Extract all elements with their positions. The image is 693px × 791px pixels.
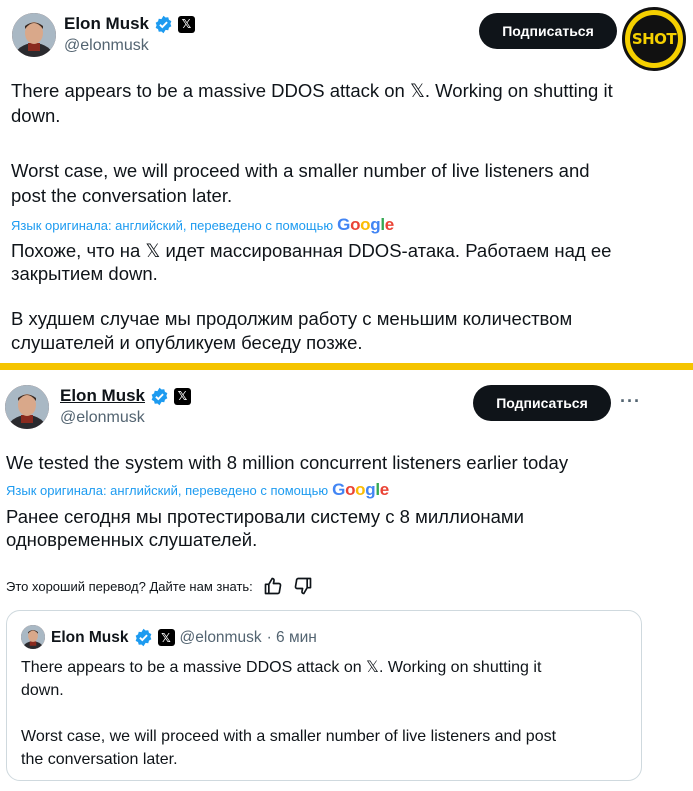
author-handle: @elonmusk [179,628,262,646]
quoted-tweet[interactable]: Elon Musk 𝕏 @elonmusk · 6 мин There appe… [6,610,642,781]
quote-author-row: Elon Musk 𝕏 @elonmusk · 6 мин [51,628,317,647]
author-handle[interactable]: @elonmusk [64,37,149,55]
subscribe-button[interactable]: Подписаться [473,385,611,421]
verified-icon [135,628,151,647]
shot-logo: SHOT [622,7,686,71]
avatar[interactable] [5,385,49,429]
translation-note[interactable]: Язык оригинала: английский, переведено с… [11,215,394,235]
tweet-text-line: post the conversation later. [11,185,233,206]
verified-icon [155,15,172,33]
translated-text-line: Похоже, что на 𝕏 идет массированная DDOS… [11,240,612,261]
google-logo: Google [332,480,389,499]
timestamp: · 6 мин [266,628,317,646]
thumbs-up-icon[interactable] [263,576,283,596]
translation-note[interactable]: Язык оригинала: английский, переведено с… [6,480,389,500]
google-logo: Google [337,215,394,234]
shot-logo-text: SHOT [630,15,678,63]
tweet-text: We tested the system with 8 million conc… [6,452,569,473]
tweet-text-line: Worst case, we will proceed with a small… [11,160,590,181]
translated-text-line: одновременных слушателей. [6,529,258,550]
avatar[interactable] [12,13,56,57]
x-badge-icon: 𝕏 [178,15,196,33]
x-badge-icon: 𝕏 [174,387,192,405]
divider [0,363,693,370]
tweet-text-line: down. [11,105,61,126]
verified-icon [151,387,168,405]
tweet-text-line: There appears to be a massive DDOS attac… [11,80,613,101]
author-name[interactable]: Elon Musk [60,386,145,406]
translated-text-line: слушателей и опубликуем беседу позже. [11,332,363,353]
translation-note-label: Язык оригинала: английский, переведено с… [11,217,334,233]
tweet-panel-1: Elon Musk 𝕏 @elonmusk Подписаться SHOT T… [0,0,693,363]
translated-text-line: В худшем случае мы продолжим работу с ме… [11,308,573,329]
author-row: Elon Musk 𝕏 [60,386,192,406]
x-badge-icon: 𝕏 [157,629,175,646]
translated-text-line: Ранее сегодня мы протестировали систему … [6,506,524,527]
subscribe-button[interactable]: Подписаться [479,13,617,49]
author-name[interactable]: Elon Musk [64,14,149,34]
author-handle[interactable]: @elonmusk [60,409,145,427]
author-name: Elon Musk [51,628,129,646]
author-row: Elon Musk 𝕏 [64,14,196,34]
translation-feedback: Это хороший перевод? Дайте нам знать: [6,576,313,596]
translated-text-line: закрытием down. [11,263,158,284]
more-icon[interactable]: ··· [620,391,641,412]
feedback-prompt: Это хороший перевод? Дайте нам знать: [6,578,253,594]
translation-note-label: Язык оригинала: английский, переведено с… [6,482,329,498]
thumbs-down-icon[interactable] [293,576,313,596]
avatar [21,625,45,649]
quote-text: There appears to be a massive DDOS attac… [21,659,557,768]
